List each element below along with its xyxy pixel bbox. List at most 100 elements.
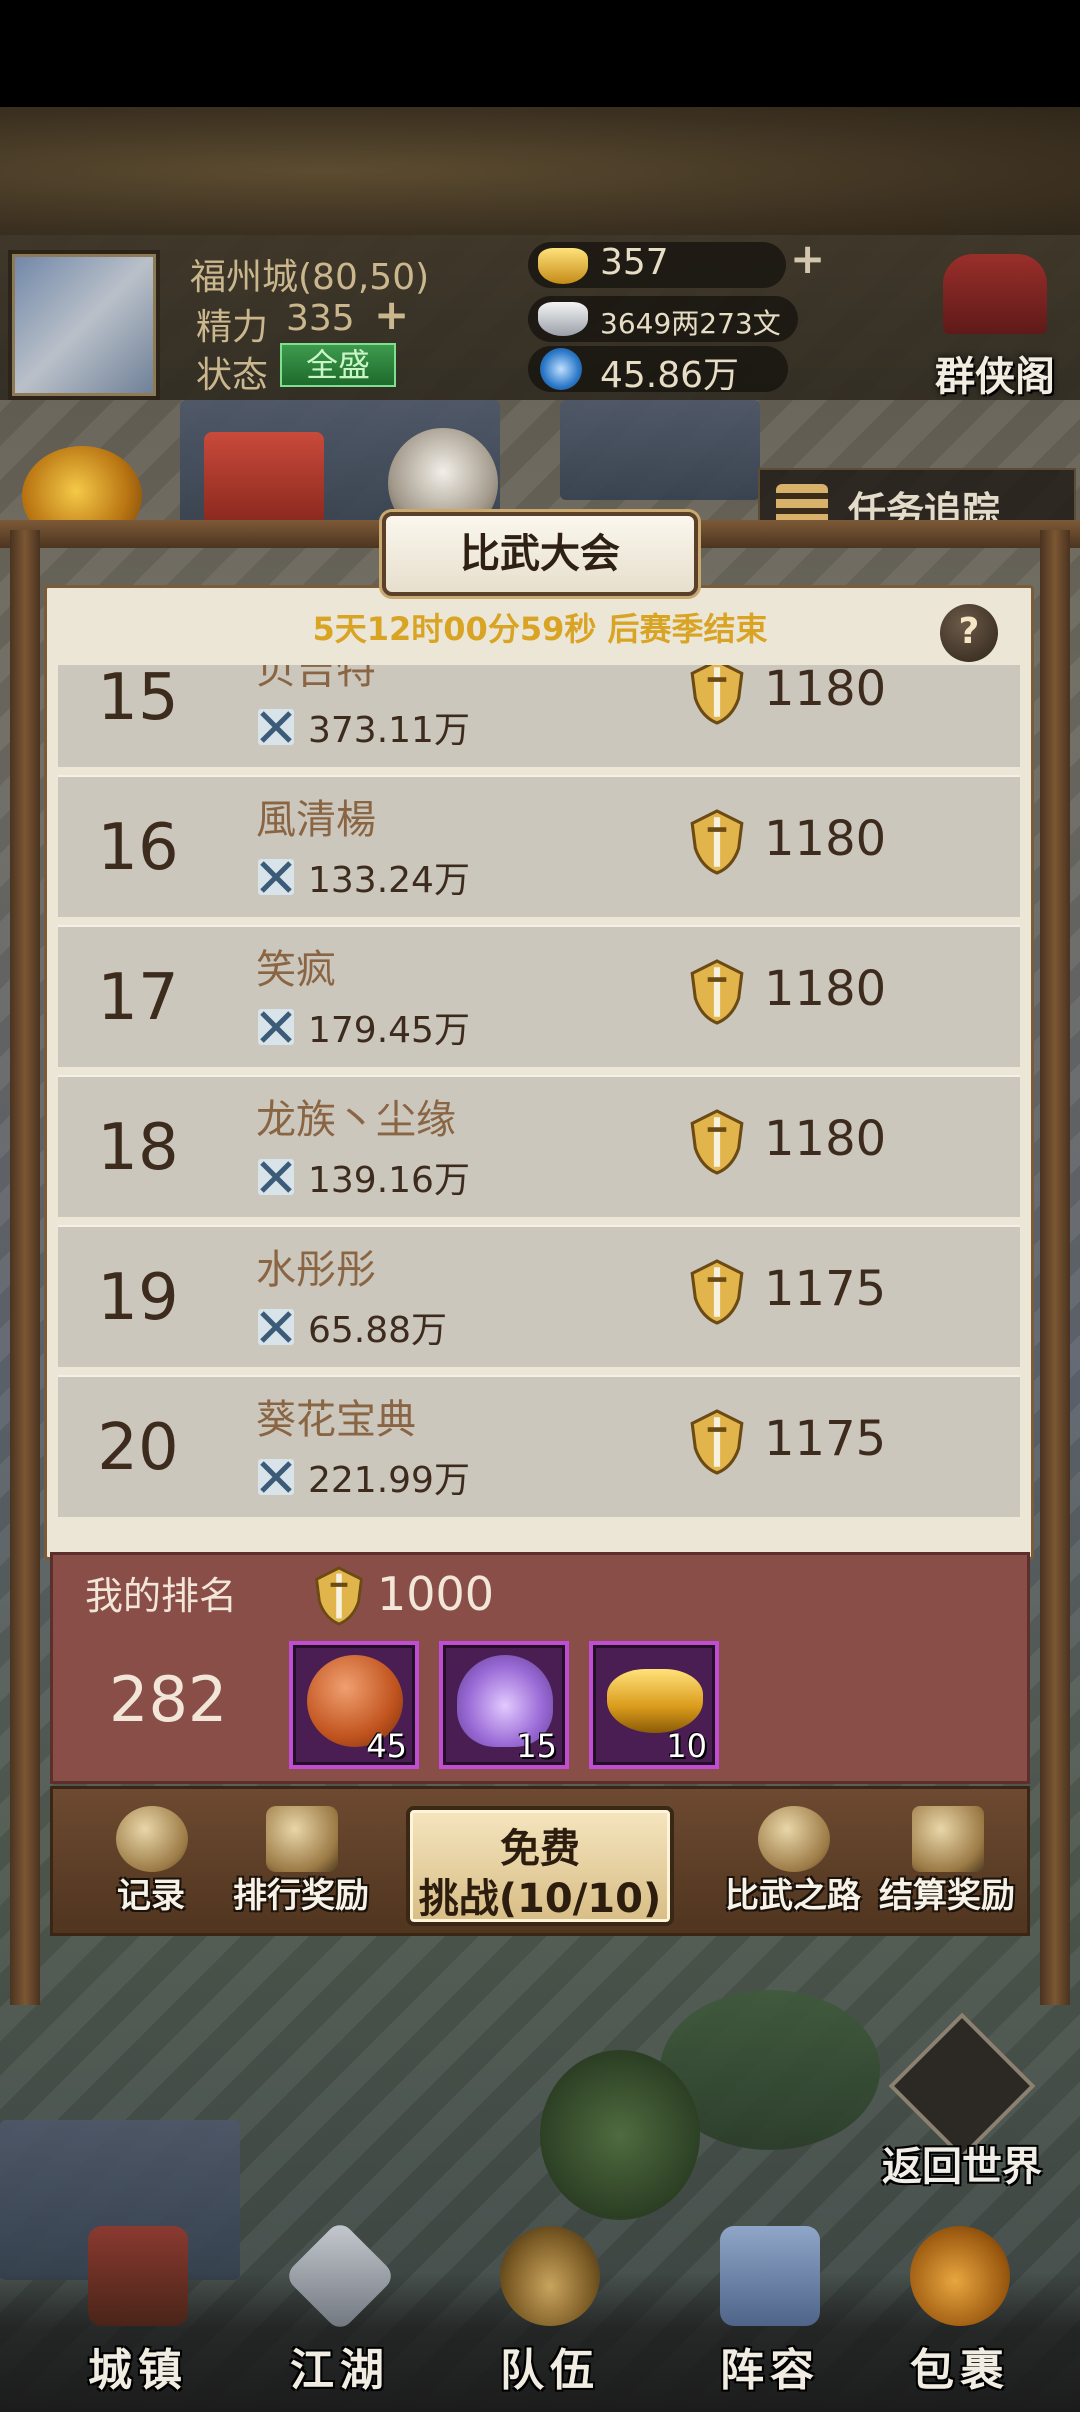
return-world-button[interactable]: 返回世界: [862, 2012, 1062, 2194]
shield-sword-icon: [690, 809, 744, 875]
energy-add-icon[interactable]: +: [374, 290, 409, 339]
shield-sword-icon: [315, 1566, 363, 1626]
rank-number: 16: [97, 811, 179, 885]
ranking-row[interactable]: 18 龙族丶尘缘 139.16万 1180: [58, 1075, 1020, 1217]
scroll-icon: [116, 1806, 188, 1872]
swirl-icon: [540, 348, 582, 390]
building-roof: [560, 400, 760, 500]
combat-power: 65.88万: [308, 1310, 448, 1351]
reward-count: 10: [666, 1727, 707, 1765]
rank-rewards-button[interactable]: 排行奖励: [226, 1806, 376, 1924]
nav-formation[interactable]: 阵容: [680, 2226, 860, 2412]
guild-hall-label: 群侠阁: [935, 353, 1055, 400]
ranking-row[interactable]: 17 笑疯 179.45万 1180: [58, 925, 1020, 1067]
gift-box-icon: [912, 1806, 984, 1872]
rank-score: 1180: [764, 665, 887, 717]
energy-value: 335: [286, 298, 355, 339]
minimap[interactable]: [8, 250, 160, 400]
guild-hall-button[interactable]: 群侠阁: [925, 248, 1065, 400]
guild-hall-icon: [943, 254, 1047, 334]
status-bar: [0, 0, 1080, 107]
gate-icon: [266, 1806, 338, 1872]
reward-count: 15: [516, 1727, 557, 1765]
rank-score: 1180: [764, 1111, 887, 1167]
player-name: 笑疯: [256, 947, 336, 993]
nav-team-label: 队伍: [500, 2345, 600, 2396]
panel-title: 比武大会: [460, 531, 620, 577]
rank-score: 1175: [764, 1411, 887, 1467]
settle-rewards-label: 结算奖励: [879, 1876, 1015, 1916]
formation-scroll-icon: [720, 2226, 820, 2326]
rank-number: 17: [97, 961, 179, 1035]
energy-label: 精力: [196, 307, 269, 348]
panel-title-plate: 比武大会: [382, 512, 698, 596]
panel-frame-post-left: [10, 530, 40, 2005]
settle-rewards-button[interactable]: 结算奖励: [872, 1806, 1022, 1924]
challenge-button[interactable]: 免费 挑战(10/10): [406, 1806, 674, 1926]
straw-hat-icon: [500, 2226, 600, 2326]
combat-power: 133.24万: [308, 860, 470, 901]
crossed-swords-icon: [258, 1309, 294, 1345]
combat-power: 221.99万: [308, 1460, 470, 1501]
rank-number: 18: [97, 1111, 179, 1185]
player-name: 水彤彤: [256, 1247, 376, 1293]
rank-score: 1175: [764, 1261, 887, 1317]
challenge-count-label: 挑战(10/10): [418, 1876, 662, 1922]
rank-number: 15: [97, 665, 179, 735]
ranking-row[interactable]: 20 葵花宝典 221.99万 1175: [58, 1375, 1020, 1517]
silver-ingot-icon: [538, 302, 588, 336]
reward-slot[interactable]: 15: [439, 1641, 569, 1769]
ranking-row[interactable]: 15 贝吉特 373.11万 1180: [58, 665, 1020, 767]
my-rank-label: 我的排名: [85, 1574, 238, 1618]
reward-slot[interactable]: 45: [289, 1641, 419, 1769]
shield-sword-icon: [690, 665, 744, 725]
shield-sword-icon: [690, 1409, 744, 1475]
gold-value: 357: [600, 242, 669, 283]
gold-add-icon[interactable]: +: [790, 234, 825, 283]
shield-sword-icon: [690, 1259, 744, 1325]
state-badge: 全盛: [280, 343, 396, 387]
rank-number: 20: [97, 1411, 179, 1485]
nav-jianghu[interactable]: 江湖: [250, 2219, 430, 2412]
rank-number: 19: [97, 1261, 179, 1335]
town-gate-icon: [88, 2226, 188, 2326]
nav-town[interactable]: 城镇: [48, 2226, 228, 2412]
nav-team[interactable]: 队伍: [460, 2226, 640, 2412]
player-name: 龙族丶尘缘: [256, 1097, 456, 1143]
ranking-row[interactable]: 16 風清楊 133.24万 1180: [58, 775, 1020, 917]
player-name: 贝吉特: [256, 665, 376, 693]
my-score: 1000: [377, 1567, 495, 1621]
crossed-swords-icon: [258, 1009, 294, 1045]
player-name: 葵花宝典: [256, 1397, 416, 1443]
rank-score: 1180: [764, 961, 887, 1017]
help-button[interactable]: ?: [940, 604, 998, 662]
records-button[interactable]: 记录: [76, 1806, 226, 1924]
crossed-blades-icon: [283, 2219, 397, 2333]
ranking-list[interactable]: 15 贝吉特 373.11万 1180 16 風清楊 133.24万 1180 17 笑疯 179.…: [58, 665, 1020, 1535]
combat-power: 179.45万: [308, 1010, 470, 1051]
crossed-swords-icon: [258, 859, 294, 895]
tree: [540, 2050, 700, 2220]
rank-score: 1180: [764, 811, 887, 867]
my-rank-number: 282: [109, 1663, 228, 1736]
path-button[interactable]: 比武之路: [718, 1806, 868, 1924]
silver-value: 3649两273文: [600, 307, 781, 340]
power-currency-value: 45.86万: [600, 355, 740, 396]
season-countdown: 5天12时00分59秒 后赛季结束: [312, 610, 768, 648]
nav-bag[interactable]: 包裹: [870, 2226, 1050, 2412]
shield-sword-icon: [690, 959, 744, 1025]
panel-frame-post-right: [1040, 530, 1070, 2005]
crossed-swords-icon: [258, 709, 294, 745]
combat-power: 139.16万: [308, 1160, 470, 1201]
gold-ingot-icon: [607, 1669, 703, 1733]
reward-slot[interactable]: 10: [589, 1641, 719, 1769]
nav-town-label: 城镇: [88, 2345, 188, 2396]
my-rank-section: 我的排名 1000 282 45 15 10: [50, 1552, 1030, 1784]
ranking-row[interactable]: 19 水彤彤 65.88万 1175: [58, 1225, 1020, 1367]
crossed-swords-icon: [258, 1459, 294, 1495]
nav-jianghu-label: 江湖: [290, 2345, 390, 2396]
rank-rewards-label: 排行奖励: [233, 1876, 369, 1916]
reward-count: 45: [366, 1727, 407, 1765]
shield-sword-icon: [690, 1109, 744, 1175]
nav-bag-label: 包裹: [910, 2345, 1010, 2396]
